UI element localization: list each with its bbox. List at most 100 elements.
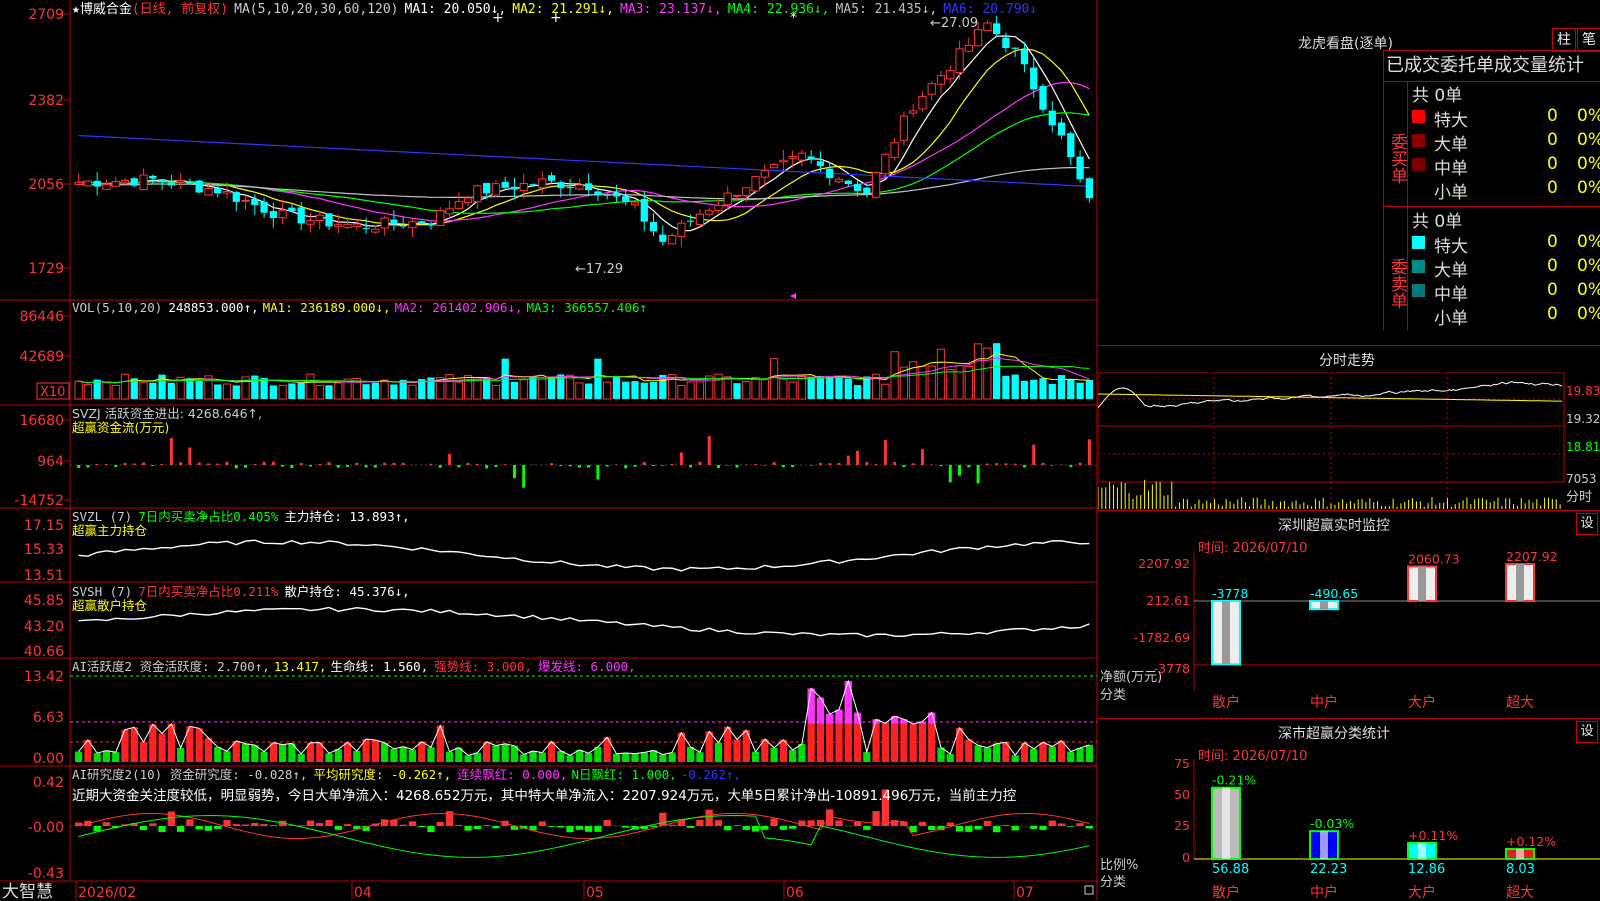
cursor-marker-icon bbox=[790, 293, 796, 299]
monitor-title: 深圳超赢实时监控 bbox=[1278, 515, 1390, 535]
ai1-axis-label: 13.42 bbox=[24, 669, 64, 685]
price-axis-label: 2382 bbox=[28, 93, 64, 109]
intraday-unit: 分时 bbox=[1566, 490, 1592, 505]
monitor-bar: 2207.92超大 bbox=[1506, 551, 1558, 711]
order-count: 0 bbox=[1547, 154, 1558, 174]
tick-mode-button[interactable]: 笔 bbox=[1577, 28, 1600, 52]
svzj-header: SVZJ 活跃资金进出: 4268.646↑, bbox=[72, 406, 262, 421]
vol-header: VOL(5,10,20)248853.000↑,MA1: 236189.000↓… bbox=[72, 300, 647, 315]
date-label: 2026/02 bbox=[78, 885, 136, 900]
brand-logo: 大智慧 bbox=[2, 882, 53, 900]
svzl-subtitle: 超赢主力持仓 bbox=[72, 523, 148, 538]
svg-text:2060.73: 2060.73 bbox=[1408, 551, 1460, 566]
sell-total: 共 0单 bbox=[1412, 207, 1462, 232]
color-swatch bbox=[1412, 134, 1425, 147]
svzl-axis-label: 15.33 bbox=[24, 542, 64, 558]
svzj-axis-label: 964 bbox=[37, 454, 64, 470]
intraday-vol-label: 7053 bbox=[1566, 472, 1597, 486]
fund-flow-bars bbox=[79, 436, 1090, 488]
date-label: 06 bbox=[786, 885, 804, 900]
color-swatch bbox=[1412, 236, 1425, 249]
buy-label: 委买单 bbox=[1384, 81, 1408, 206]
order-type: 大单 bbox=[1434, 256, 1468, 281]
intraday-panel[interactable]: 分时走势 19.83 19.32 18.81 7053 分时 bbox=[1098, 345, 1600, 511]
svzl-header: SVZL (7)7日内买卖净占比0.405%主力持仓: 13.893↑, bbox=[72, 509, 410, 524]
svg-text:12.86: 12.86 bbox=[1408, 862, 1445, 877]
svg-text:8.03: 8.03 bbox=[1506, 862, 1535, 877]
color-swatch bbox=[1412, 260, 1425, 273]
svsh-axis-label: 43.20 bbox=[24, 619, 64, 635]
intraday-title: 分时走势 bbox=[1319, 350, 1375, 370]
ai1-axis-label: 6.63 bbox=[33, 710, 64, 726]
order-type: 小单 bbox=[1434, 178, 1468, 203]
svg-text:+0.11%: +0.11% bbox=[1408, 828, 1458, 843]
lock-icon[interactable] bbox=[1085, 886, 1093, 894]
order-type: 小单 bbox=[1434, 304, 1468, 329]
color-swatch bbox=[1412, 182, 1425, 195]
date-ticks bbox=[76, 881, 1014, 900]
activity-line bbox=[79, 681, 1090, 755]
svg-text:大户: 大户 bbox=[1408, 884, 1436, 901]
price-axis-label: 1729 bbox=[28, 261, 64, 277]
svsh-axis-label: 40.66 bbox=[24, 644, 64, 660]
svzl-axis-label: 17.15 bbox=[24, 518, 64, 534]
classify-settings-button[interactable]: 设 bbox=[1576, 721, 1598, 743]
order-pct: 0% bbox=[1577, 178, 1600, 198]
ai2-axis-label: 0.42 bbox=[33, 775, 64, 791]
buy-total: 共 0单 bbox=[1412, 81, 1462, 106]
order-row: 大单00% bbox=[1412, 130, 1600, 154]
svg-text:散户: 散户 bbox=[1212, 884, 1240, 901]
volume-bars bbox=[75, 343, 1093, 399]
order-type: 特大 bbox=[1434, 232, 1468, 257]
order-count: 0 bbox=[1547, 280, 1558, 300]
order-type: 大单 bbox=[1434, 130, 1468, 155]
chart-header: ★博威合金(日线, 前复权)MA(5,10,20,30,60,120)MA1: … bbox=[72, 1, 1037, 17]
sell-label: 委卖单 bbox=[1384, 207, 1408, 330]
svzj-axis-label: -14752 bbox=[14, 493, 64, 509]
ma-lines bbox=[79, 36, 1090, 231]
svg-text:中户: 中户 bbox=[1310, 884, 1338, 901]
svg-text:超大: 超大 bbox=[1506, 695, 1534, 711]
monitor-bar: 2060.73大户 bbox=[1408, 551, 1460, 711]
monitor-panel[interactable]: 深圳超赢实时监控 设 时间: 2026/07/10 -3778散户-490.65… bbox=[1098, 510, 1600, 719]
low-annotation: ←17.29 bbox=[575, 262, 623, 277]
order-pct: 0% bbox=[1577, 232, 1600, 252]
classify-bars: -0.21%56.88散户-0.03%22.23中户+0.11%12.86大户+… bbox=[1212, 773, 1556, 901]
svsh-subtitle: 超赢散户持仓 bbox=[72, 598, 148, 613]
ai1-header: AI活跃度2 资金活跃度: 2.700↑,13.417,生命线: 1.560,强… bbox=[72, 659, 636, 674]
classify-axis-label: 0 bbox=[1182, 850, 1190, 865]
price-axis-label: 2056 bbox=[28, 177, 64, 193]
order-count: 0 bbox=[1547, 178, 1558, 198]
date-label: 04 bbox=[354, 885, 372, 900]
order-row: 小单 0 0% bbox=[1412, 178, 1600, 202]
bar-mode-button[interactable]: 柱 bbox=[1552, 28, 1576, 52]
order-row: 中单00% bbox=[1412, 154, 1600, 178]
classify-bar: +0.12%8.03超大 bbox=[1506, 834, 1556, 901]
order-pct: 0% bbox=[1577, 280, 1600, 300]
order-pct: 0% bbox=[1577, 130, 1600, 150]
ai2-header: AI研究度2(10) 资金研究度: -0.028↑,平均研究度: -0.262↑… bbox=[72, 767, 741, 782]
svzj-axis-label: 16680 bbox=[19, 413, 64, 429]
monitor-bars: -3778散户-490.65中户2060.73大户2207.92超大 bbox=[1212, 551, 1558, 711]
svg-text:22.23: 22.23 bbox=[1310, 862, 1347, 877]
svg-text:-0.21%: -0.21% bbox=[1212, 773, 1256, 788]
classify-bar: +0.11% 12.86 大户 bbox=[1408, 828, 1458, 901]
classify-axis-label: 25 bbox=[1174, 818, 1190, 833]
price-panel[interactable] bbox=[75, 16, 1093, 247]
monitor-axis-label: 212.61 bbox=[1146, 593, 1190, 608]
longhu-table: 已成交委托单成交量统计 委买单 共 0单 委卖单 共 0单 特大00%大单00%… bbox=[1383, 50, 1600, 330]
axis-ticks bbox=[64, 14, 70, 500]
classify-panel[interactable]: 深市超赢分类统计 设 时间: 2026/07/10 -0.21%56.88散户-… bbox=[1098, 718, 1600, 901]
monitor-bar: -3778散户 bbox=[1212, 586, 1248, 711]
order-count: 0 bbox=[1547, 304, 1558, 324]
svsh-header: SVSH (7)7日内买卖净占比0.211%散户持仓: 45.376↓, bbox=[72, 584, 410, 599]
monitor-settings-button[interactable]: 设 bbox=[1576, 513, 1598, 535]
svg-text:-3778: -3778 bbox=[1212, 586, 1248, 601]
ai2-axis-label: -0.43 bbox=[28, 866, 64, 882]
main-chart-area[interactable]: 2709 2382 2056 1729 ←27.09 ←17.29 + + * … bbox=[0, 0, 1098, 900]
svg-text:中户: 中户 bbox=[1310, 694, 1338, 711]
order-row: 大单00% bbox=[1412, 256, 1600, 280]
svg-text:56.88: 56.88 bbox=[1212, 862, 1249, 877]
monitor-chart: -3778散户-490.65中户2060.73大户2207.92超大 2207.… bbox=[1098, 551, 1600, 719]
classify-axis-label: 75 bbox=[1174, 759, 1190, 771]
